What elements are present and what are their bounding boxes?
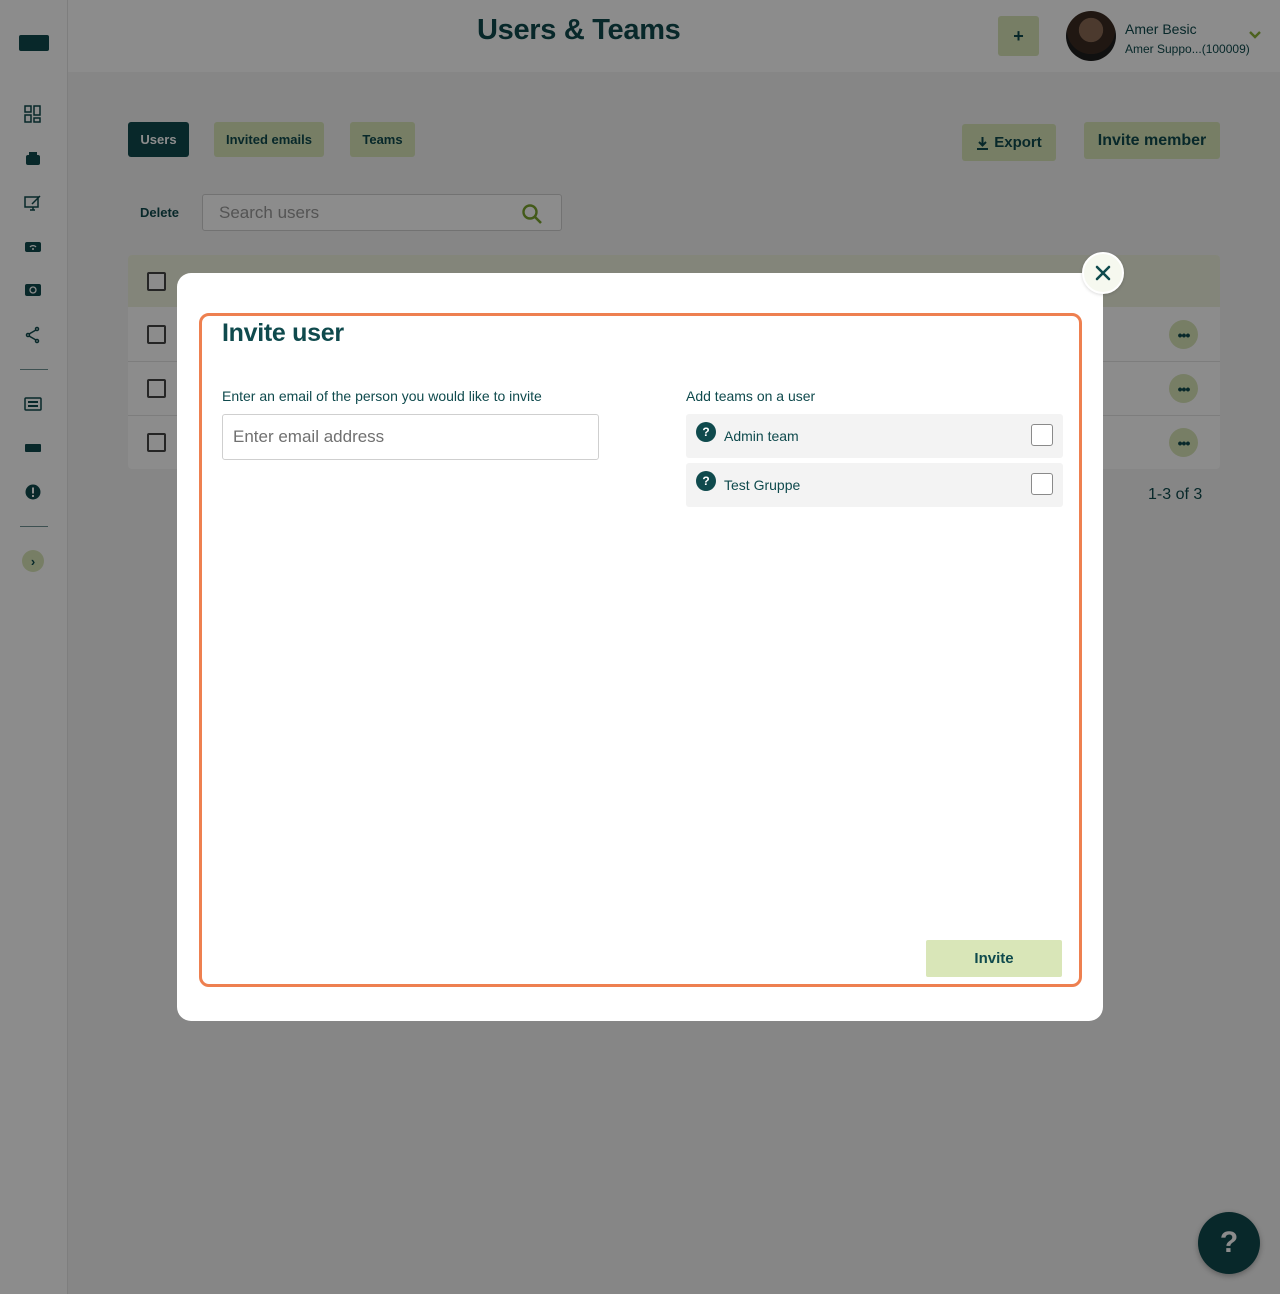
teams-label: Add teams on a user	[686, 388, 816, 404]
modal-content-frame: Invite user Enter an email of the person…	[199, 313, 1082, 987]
team-option-admin-team[interactable]: ? Admin team	[686, 414, 1063, 458]
modal-title: Invite user	[222, 319, 344, 347]
team-checkbox[interactable]	[1031, 473, 1053, 495]
email-label: Enter an email of the person you would l…	[222, 388, 542, 404]
help-circle-icon[interactable]: ?	[696, 471, 716, 491]
email-field[interactable]	[222, 414, 599, 460]
close-icon	[1095, 265, 1111, 281]
invite-button[interactable]: Invite	[926, 940, 1062, 977]
team-option-test-gruppe[interactable]: ? Test Gruppe	[686, 463, 1063, 507]
team-name: Admin team	[724, 428, 799, 444]
team-name: Test Gruppe	[724, 477, 801, 493]
invite-user-modal: Invite user Enter an email of the person…	[177, 273, 1103, 1021]
team-checkbox[interactable]	[1031, 424, 1053, 446]
help-circle-icon[interactable]: ?	[696, 422, 716, 442]
modal-close-button[interactable]	[1082, 252, 1124, 294]
